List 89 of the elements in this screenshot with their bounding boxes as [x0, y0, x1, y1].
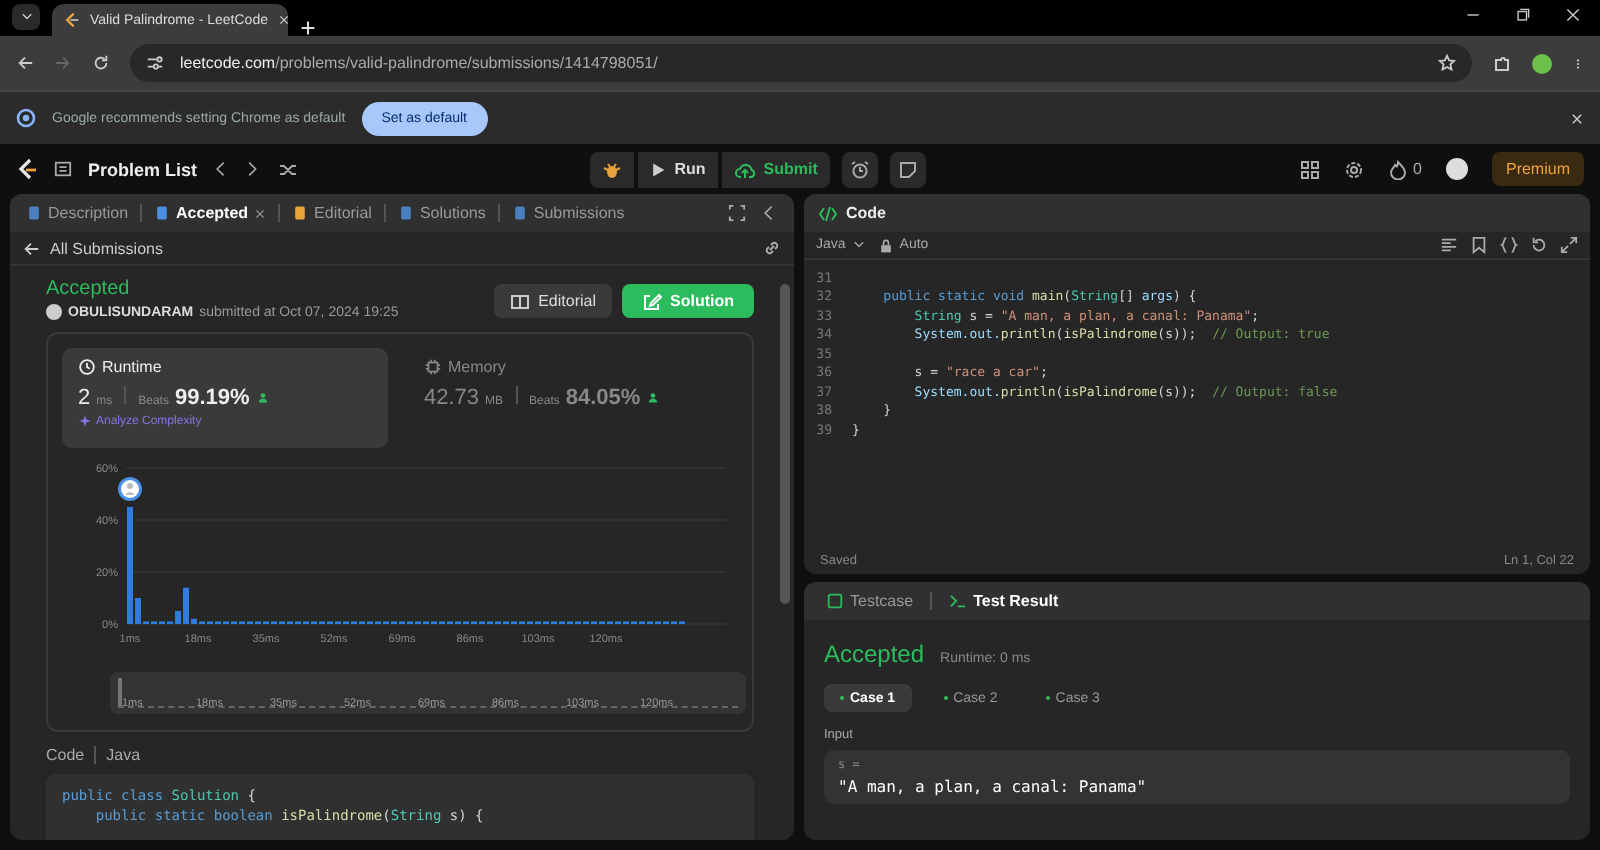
chip-icon [424, 358, 442, 376]
edit-icon [642, 291, 662, 311]
back-arrow-icon [22, 239, 40, 257]
console-tab[interactable]: Testcase [818, 592, 922, 610]
submission-status: Accepted [46, 278, 132, 300]
panel-title: Code [846, 204, 886, 222]
editorial-button[interactable]: Editorial [494, 284, 612, 318]
run-button[interactable]: Run [638, 151, 718, 187]
profile-avatar[interactable] [1532, 53, 1552, 73]
beats-percentage: 84.05% [565, 386, 641, 410]
result-status: Accepted [824, 640, 925, 668]
chevron-right-icon [245, 160, 262, 178]
premium-button[interactable]: Premium [1491, 152, 1584, 186]
extensions-icon [1492, 53, 1512, 73]
address-bar[interactable]: leetcode.com/problems/valid-palindrome/submissions/1414798051/ [130, 44, 1472, 82]
format-icon [1440, 236, 1458, 254]
expand-icon [1560, 236, 1578, 254]
metric-value: 2 [78, 386, 91, 410]
user-avatar [46, 304, 62, 320]
plus-icon [300, 20, 316, 36]
shuffle-icon [277, 159, 298, 179]
close-icon [1566, 8, 1580, 22]
fullscreen-icon [728, 204, 746, 222]
submit-button[interactable]: Submit [721, 151, 830, 187]
metric-label: Runtime [102, 358, 162, 376]
tab-icon [292, 204, 309, 222]
braces-icon [1500, 236, 1518, 254]
list-icon [54, 160, 72, 178]
chrome-icon [16, 108, 36, 128]
avatar-marker-icon [118, 477, 142, 501]
timer-button[interactable] [841, 151, 878, 187]
streak-counter[interactable]: 0 [1387, 159, 1422, 179]
tab-icon [26, 204, 42, 222]
panel-tab[interactable]: Accepted [146, 204, 275, 222]
terminal-icon [947, 592, 968, 610]
notes-button[interactable] [889, 151, 926, 187]
close-icon [1570, 111, 1584, 125]
clock-icon [78, 358, 96, 376]
back-icon [16, 54, 34, 72]
lock-icon [877, 237, 894, 253]
restore-icon [1516, 8, 1530, 22]
note-icon [897, 159, 918, 179]
link-icon [762, 238, 782, 258]
cloud-upload-icon [733, 159, 756, 179]
user-avatar[interactable] [1445, 158, 1468, 180]
chevron-left-icon [213, 160, 230, 178]
beats-percentage: 99.19% [174, 386, 250, 410]
bookmark-icon [1470, 236, 1488, 254]
panel-tab[interactable]: Solutions [389, 204, 494, 222]
close-icon [277, 14, 290, 26]
alarm-clock-icon [849, 159, 870, 179]
grid-icon [1299, 159, 1320, 179]
bug-icon [602, 159, 623, 179]
language-label: Java [106, 746, 141, 764]
code-icon [818, 203, 838, 223]
close-icon [254, 207, 267, 219]
forward-icon [54, 54, 72, 72]
chevron-down-icon [19, 10, 33, 24]
tab-icon [511, 204, 528, 222]
panel-tab[interactable]: Submissions [503, 204, 633, 222]
site-settings-icon [146, 54, 164, 72]
book-icon [510, 291, 531, 311]
panel-tab[interactable]: Description [18, 204, 137, 222]
tab-icon [154, 204, 171, 222]
collapse-icon [762, 204, 778, 222]
play-icon [650, 161, 667, 177]
panel-tab[interactable]: Editorial [284, 204, 380, 222]
console-tab[interactable]: Test Result [939, 592, 1067, 610]
minimize-icon [1466, 8, 1480, 22]
metric-label: Memory [448, 358, 506, 376]
metric-value: 42.73 [424, 386, 480, 410]
problem-list-link[interactable]: Problem List [88, 159, 198, 179]
code-label: Code [46, 746, 85, 764]
checkbox-icon [826, 592, 844, 610]
reset-icon [1530, 236, 1548, 254]
chevron-down-icon [851, 238, 866, 252]
users-icon [255, 390, 270, 404]
scrollbar[interactable] [780, 284, 790, 604]
tab-search-button[interactable] [12, 4, 40, 30]
reload-icon [92, 54, 110, 72]
debug-button[interactable] [590, 151, 635, 187]
input-value: "A man, a plan, a canal: Panama" [838, 778, 1149, 796]
tab-icon [397, 204, 414, 222]
all-submissions-link[interactable]: All Submissions [50, 239, 163, 257]
star-icon [1438, 54, 1456, 72]
users-icon [646, 390, 661, 404]
flame-icon [1387, 159, 1408, 179]
sparkle-icon [78, 414, 92, 428]
settings-icon [1343, 159, 1364, 179]
